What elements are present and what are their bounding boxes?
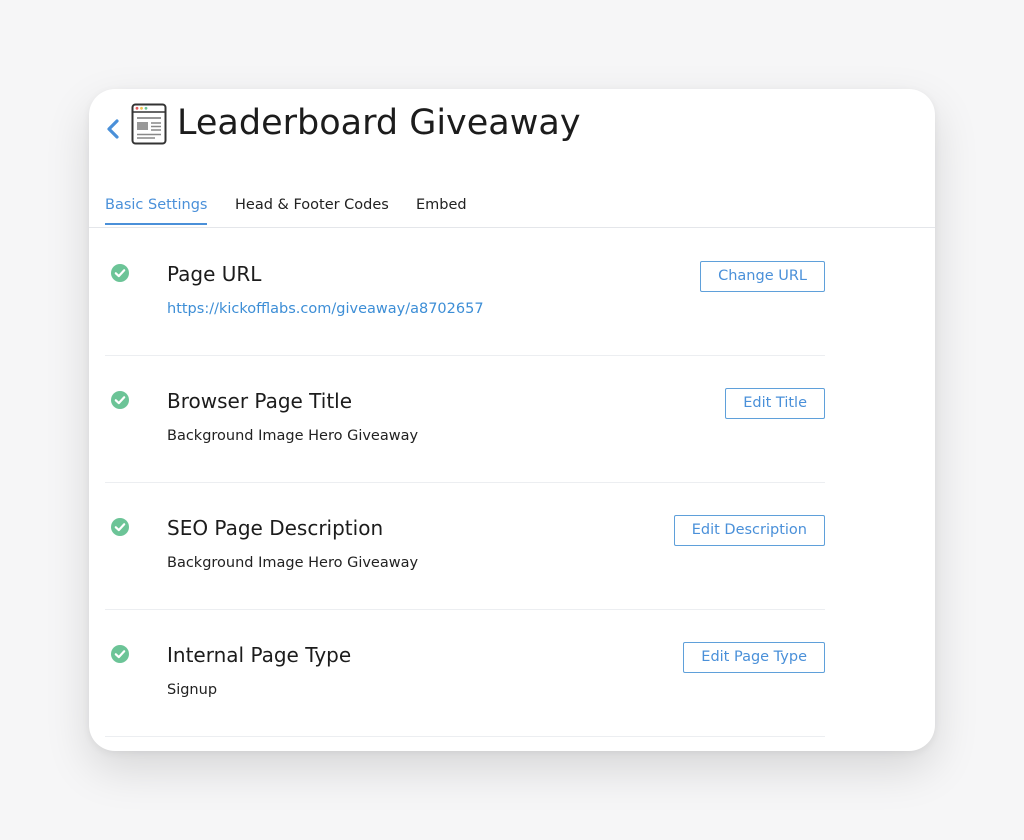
setting-title: Internal Page Type (167, 643, 352, 667)
chevron-left-icon[interactable] (105, 117, 121, 141)
edit-description-button[interactable]: Edit Description (673, 515, 825, 546)
webpage-icon (131, 103, 167, 145)
tab-embed[interactable]: Embed (416, 197, 467, 223)
setting-value: Background Image Hero Giveaway (167, 428, 419, 444)
check-circle-icon (111, 518, 129, 536)
page-background: Leaderboard Giveaway Basic Settings Head… (0, 0, 1024, 840)
tab-head-footer-codes[interactable]: Head & Footer Codes (235, 197, 389, 223)
tab-basic-settings[interactable]: Basic Settings (105, 197, 208, 225)
page-url-link[interactable]: https://kickofflabs.com/giveaway/a870265… (167, 301, 484, 317)
setting-title: Browser Page Title (167, 389, 353, 413)
change-url-button[interactable]: Change URL (700, 261, 825, 292)
setting-value: Background Image Hero Giveaway (167, 555, 419, 571)
settings-panel: Leaderboard Giveaway Basic Settings Head… (89, 89, 935, 751)
tab-bar: Basic Settings Head & Footer Codes Embed (89, 187, 935, 228)
check-circle-icon (111, 264, 129, 282)
setting-title: Page URL (167, 262, 262, 286)
setting-row-page-url: Page URL https://kickofflabs.com/giveawa… (89, 229, 935, 356)
edit-page-type-button[interactable]: Edit Page Type (683, 642, 825, 673)
page-title: Leaderboard Giveaway (177, 103, 581, 143)
setting-row-page-type: Internal Page Type Signup Edit Page Type (89, 610, 935, 737)
setting-title: SEO Page Description (167, 516, 384, 540)
edit-title-button[interactable]: Edit Title (725, 388, 825, 419)
setting-row-seo-description: SEO Page Description Background Image He… (89, 483, 935, 610)
check-circle-icon (111, 391, 129, 409)
panel-header: Leaderboard Giveaway (89, 89, 935, 179)
check-circle-icon (111, 645, 129, 663)
divider (105, 736, 825, 737)
setting-row-browser-title: Browser Page Title Background Image Hero… (89, 356, 935, 483)
setting-value: Signup (167, 682, 218, 698)
